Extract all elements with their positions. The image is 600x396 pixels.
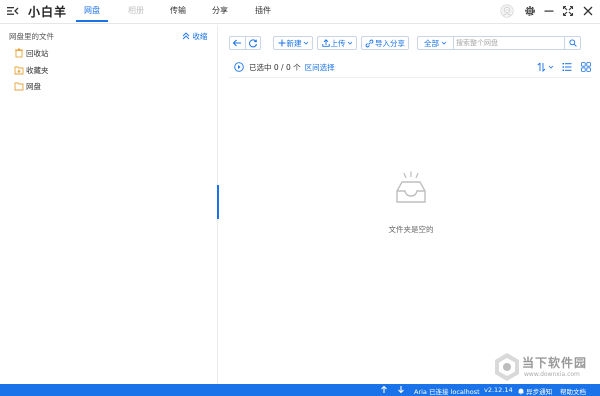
bell-icon	[518, 388, 524, 395]
search-icon	[568, 39, 577, 47]
select-all-icon[interactable]	[234, 62, 244, 72]
watermark-logo-icon	[495, 353, 519, 381]
status-bar: Aria 已连接 localhost v2.12.14 异步通知 帮助文档	[0, 384, 600, 396]
grid-view-icon	[581, 62, 591, 72]
new-button-label: 新建	[286, 38, 302, 48]
version-label[interactable]: v2.12.14	[484, 386, 513, 394]
sidebar-item-label: 回收站	[26, 48, 49, 58]
empty-folder-message: 文件夹是空的	[388, 225, 434, 234]
selection-bar: 已选中 0 / 0 个 区间选择	[234, 61, 335, 73]
double-chevron-up-icon	[182, 32, 190, 40]
minimize-icon[interactable]	[542, 4, 556, 18]
download-speed-icon	[397, 385, 405, 396]
sidebar-item-label: 收藏夹	[26, 65, 49, 75]
selection-count: 已选中 0 / 0 个	[249, 62, 301, 72]
menu-toggle-icon[interactable]	[6, 4, 20, 18]
back-arrow-icon[interactable]	[230, 37, 245, 49]
trash-icon	[15, 48, 23, 58]
import-share-button[interactable]: 导入分享	[361, 36, 409, 50]
sort-button[interactable]	[537, 62, 555, 74]
app-title: 小白羊	[28, 5, 68, 19]
tab-album[interactable]: 相册	[128, 5, 144, 16]
tab-plugins[interactable]: 插件	[255, 5, 271, 16]
tab-share[interactable]: 分享	[212, 5, 228, 16]
title-bar: 小白羊 网盘 相册 传输 分享 插件	[0, 0, 600, 24]
favorites-icon	[14, 66, 24, 75]
collapse-label: 收缩	[192, 32, 208, 41]
folder-icon	[14, 82, 24, 91]
sidebar-item-recycle-bin[interactable]: 回收站	[14, 47, 49, 59]
refresh-icon[interactable]	[245, 37, 260, 49]
list-view-button[interactable]	[562, 62, 572, 74]
search-button[interactable]	[564, 37, 580, 49]
watermark-title: 当下软件园	[522, 356, 588, 370]
nav-button-group	[229, 36, 261, 50]
upload-button[interactable]: 上传	[317, 36, 357, 50]
watermark: 当下软件园 www.downxia.com	[494, 350, 594, 384]
search-scope-label: 全部	[424, 38, 439, 48]
sidebar-header: 网盘里的文件	[9, 32, 54, 41]
plus-icon	[278, 39, 285, 47]
async-notify-button[interactable]: 异步通知	[518, 386, 552, 396]
sidebar-item-netdisk[interactable]: 网盘	[14, 80, 41, 92]
upload-icon	[321, 39, 330, 47]
search-scope-select[interactable]: 全部	[418, 37, 454, 49]
tab-transfer[interactable]: 传输	[170, 5, 186, 16]
search-box: 全部	[417, 36, 581, 50]
chevron-down-icon	[303, 41, 308, 45]
grid-view-button[interactable]	[581, 62, 591, 74]
link-icon	[365, 39, 374, 47]
main-panel: 新建 上传 导入分享 全部 已选中 0 / 0 个 区间选择	[219, 25, 600, 384]
new-button[interactable]: 新建	[273, 36, 313, 50]
empty-tray-icon	[393, 171, 429, 207]
upload-speed-icon	[380, 385, 388, 396]
collapse-button[interactable]: 收缩	[182, 31, 207, 42]
chevron-down-icon	[441, 41, 447, 45]
close-icon[interactable]	[581, 4, 595, 18]
search-input[interactable]	[456, 37, 564, 49]
sidebar-item-label: 网盘	[26, 81, 41, 91]
tab-netdisk[interactable]: 网盘	[84, 5, 100, 16]
sidebar: 网盘里的文件 收缩 回收站 收藏夹 网盘	[0, 25, 218, 384]
maximize-icon[interactable]	[561, 4, 575, 18]
range-select-link[interactable]: 区间选择	[305, 62, 335, 73]
list-view-icon	[562, 63, 572, 71]
sort-icon	[537, 62, 554, 73]
help-docs-link[interactable]: 帮助文档	[560, 386, 586, 396]
async-notify-label: 异步通知	[526, 388, 553, 396]
upload-button-label: 上传	[330, 38, 346, 48]
sidebar-item-favorites[interactable]: 收藏夹	[14, 64, 49, 76]
chevron-down-icon	[347, 41, 352, 45]
watermark-url: www.downxia.com	[524, 371, 580, 378]
tab-active-indicator	[76, 20, 108, 22]
import-share-label: 导入分享	[375, 38, 405, 48]
user-avatar-icon[interactable]	[500, 4, 514, 18]
toolbar-divider	[229, 77, 591, 78]
gear-icon[interactable]	[523, 4, 537, 18]
aria-status[interactable]: Aria 已连接 localhost	[414, 386, 480, 396]
